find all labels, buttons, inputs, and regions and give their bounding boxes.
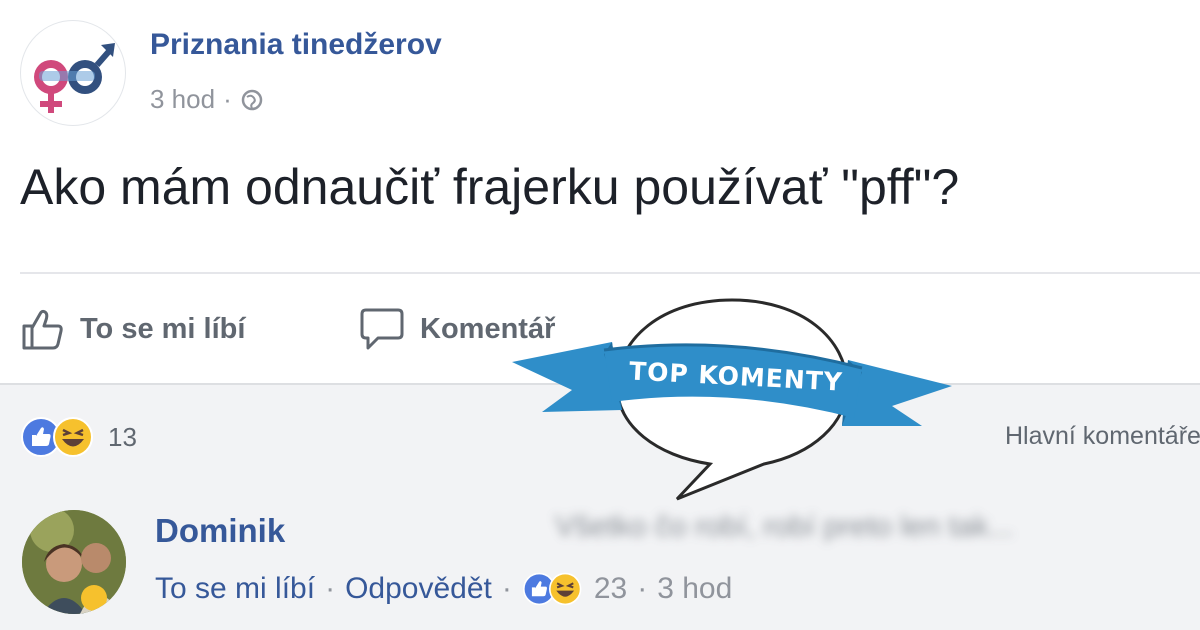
top-comments-badge: TOP KOMENTY bbox=[512, 294, 952, 504]
meta-separator: · bbox=[325, 572, 336, 605]
like-button-label: To se mi líbí bbox=[80, 312, 246, 345]
comment-reply-button[interactable]: Odpovědět bbox=[345, 572, 492, 606]
haha-reaction-icon bbox=[53, 417, 93, 457]
comment-time[interactable]: 3 hod bbox=[657, 572, 732, 606]
meta-separator: · bbox=[637, 572, 648, 605]
speech-bubble-ribbon-icon bbox=[512, 298, 952, 501]
top-comments-filter[interactable]: Hlavní komentáře bbox=[1005, 422, 1200, 451]
reactions-summary[interactable]: 13 bbox=[20, 416, 137, 458]
comment-actions: To se mi líbí · Odpovědět · 23 · 3 hod bbox=[155, 572, 732, 606]
divider bbox=[20, 272, 1200, 274]
page-name[interactable]: Priznania tinedžerov bbox=[150, 28, 442, 62]
reaction-count: 13 bbox=[108, 421, 137, 452]
post-text: Ako mám odnaučiť frajerku používať "pff"… bbox=[20, 159, 960, 215]
comment-author[interactable]: Dominik bbox=[155, 512, 285, 550]
comment-like-button[interactable]: To se mi líbí bbox=[155, 572, 315, 606]
meta-separator: · bbox=[223, 84, 232, 114]
user-photo-icon bbox=[22, 510, 126, 614]
like-button[interactable]: To se mi líbí bbox=[20, 306, 245, 352]
globe-icon bbox=[241, 89, 262, 110]
page-avatar[interactable] bbox=[20, 20, 126, 126]
post-time[interactable]: 3 hod bbox=[150, 84, 215, 115]
comment-text: Všetko čo robí, robí preto len tak... bbox=[555, 510, 1014, 543]
haha-reaction-icon bbox=[548, 572, 582, 606]
user-avatar[interactable] bbox=[22, 510, 126, 614]
speech-bubble-icon bbox=[360, 308, 404, 350]
thumbs-up-icon bbox=[22, 309, 63, 350]
comment-reaction-count: 23 bbox=[593, 572, 628, 605]
post-meta: 3 hod · bbox=[150, 84, 264, 115]
comment-reactions[interactable]: 23 bbox=[522, 572, 627, 606]
gender-symbols-logo-icon bbox=[34, 43, 115, 113]
meta-separator: · bbox=[501, 572, 512, 605]
